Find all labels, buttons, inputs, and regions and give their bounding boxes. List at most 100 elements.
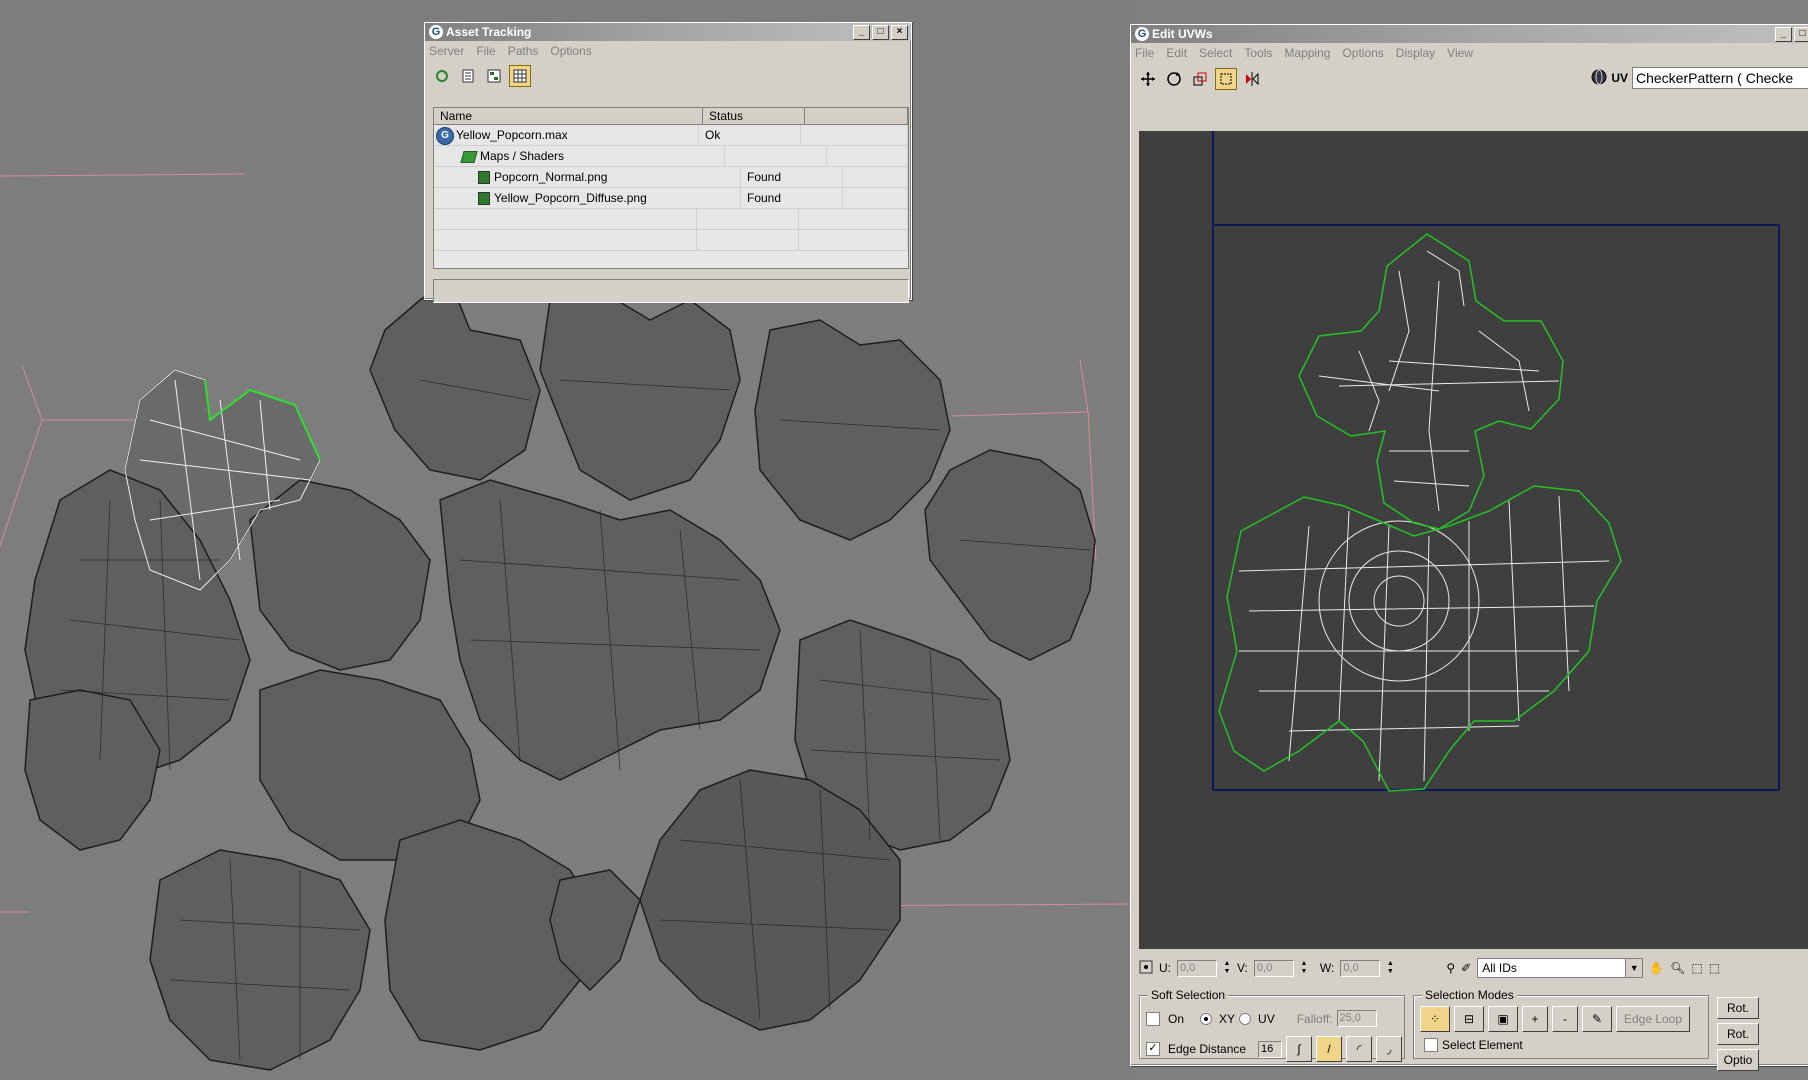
face-mode-button[interactable]: ▣: [1488, 1006, 1518, 1032]
menu-edit[interactable]: Edit: [1166, 46, 1187, 60]
xy-radio[interactable]: [1200, 1012, 1213, 1025]
paint-select-button[interactable]: ✎: [1582, 1006, 1612, 1032]
folder-icon: [460, 150, 478, 163]
row-name-cell: G Yellow_Popcorn.max: [434, 125, 699, 145]
w-spinner[interactable]: ▲ ▼: [1386, 960, 1394, 977]
material-ids-dropdown[interactable]: All IDs ▼: [1477, 958, 1644, 978]
maximize-button[interactable]: □: [872, 25, 889, 40]
column-status[interactable]: Status: [703, 108, 805, 124]
w-label: W:: [1319, 961, 1335, 975]
rotate-plus-button[interactable]: Rot.: [1717, 997, 1759, 1019]
v-label: V:: [1237, 961, 1248, 975]
menu-options[interactable]: Options: [550, 44, 591, 58]
uv-axis-label[interactable]: UV: [1611, 71, 1628, 85]
u-value-field[interactable]: 0,0: [1177, 959, 1217, 977]
refresh-icon[interactable]: [431, 65, 453, 87]
pan-icon[interactable]: ✋: [1649, 961, 1664, 975]
uv-label: UV: [1258, 1011, 1275, 1026]
mirror-icon[interactable]: [1241, 68, 1263, 90]
list-icon[interactable]: [457, 65, 479, 87]
rotate-icon[interactable]: [1163, 68, 1185, 90]
select-element-checkbox[interactable]: [1424, 1038, 1438, 1052]
scale-icon[interactable]: [1189, 68, 1211, 90]
maximize-button[interactable]: □: [1794, 27, 1808, 42]
pin-icon[interactable]: ⚲: [1446, 961, 1455, 975]
edge-loop-button[interactable]: Edge Loop: [1616, 1006, 1690, 1032]
edge-distance-field[interactable]: 16: [1258, 1040, 1283, 1058]
max-file-icon: G: [436, 126, 454, 145]
menu-view[interactable]: View: [1447, 46, 1473, 60]
falloff-field[interactable]: 25,0: [1336, 1010, 1377, 1027]
rotate-minus-button[interactable]: Rot.: [1717, 1023, 1759, 1045]
soft-selection-on-checkbox[interactable]: [1146, 1011, 1160, 1026]
menu-select[interactable]: Select: [1199, 46, 1232, 60]
lock-selection-icon[interactable]: [1139, 960, 1153, 977]
menu-file[interactable]: File: [476, 44, 495, 58]
zoom-region-icon[interactable]: ⬚: [1691, 961, 1702, 975]
table-row[interactable]: Maps / Shaders: [434, 146, 908, 167]
falloff-fast-button[interactable]: ◞: [1376, 1036, 1403, 1062]
options-button[interactable]: Optio: [1717, 1049, 1759, 1071]
close-button[interactable]: ×: [891, 25, 908, 40]
uv-toolbar: UV CheckerPattern ( Checke: [1131, 63, 1808, 95]
edit-uvws-titlebar[interactable]: G Edit UVWs _ □: [1131, 25, 1808, 43]
edit-uvws-menubar: File Edit Select Tools Mapping Options D…: [1131, 43, 1808, 63]
u-spinner[interactable]: ▲ ▼: [1223, 960, 1231, 977]
uv-layout: [1212, 131, 1780, 792]
edge-distance-checkbox[interactable]: ✓: [1146, 1042, 1160, 1056]
uv-editor-canvas[interactable]: [1139, 131, 1808, 949]
menu-tools[interactable]: Tools: [1244, 46, 1272, 60]
falloff-smooth-button[interactable]: ∫: [1286, 1036, 1313, 1062]
minimize-button[interactable]: _: [853, 25, 870, 40]
asset-tracking-toolbar: [425, 63, 911, 89]
falloff-linear-button[interactable]: /: [1316, 1036, 1343, 1062]
v-spinner[interactable]: ▲ ▼: [1300, 960, 1308, 977]
paint-icon[interactable]: ✐: [1461, 961, 1471, 975]
menu-paths[interactable]: Paths: [508, 44, 539, 58]
edge-mode-button[interactable]: ⊟: [1454, 1006, 1484, 1032]
v-value-field[interactable]: 0,0: [1253, 959, 1294, 977]
minimize-button[interactable]: _: [1775, 27, 1792, 42]
zoom-icon[interactable]: 🔍︎: [1670, 961, 1685, 975]
uv-coordinate-bar: U: 0,0 ▲ ▼ V: 0,0 ▲ ▼ W: 0,0 ▲ ▼ ⚲ ✐ All IDs ▼ …: [1139, 951, 1808, 985]
edge-distance-label: Edge Distance: [1168, 1042, 1247, 1056]
grow-selection-button[interactable]: +: [1522, 1006, 1548, 1032]
asset-tracking-window[interactable]: G Asset Tracking _ □ × Server File Paths…: [424, 22, 912, 303]
menu-mapping[interactable]: Mapping: [1284, 46, 1330, 60]
move-icon[interactable]: [1137, 68, 1159, 90]
texture-dropdown[interactable]: CheckerPattern ( Checke: [1632, 67, 1808, 89]
soft-selection-group: Soft Selection On XY UV Falloff: 25,0 ✓ …: [1139, 988, 1405, 1062]
row-status: [725, 146, 827, 166]
menu-server[interactable]: Server: [429, 44, 464, 58]
texture-globe-icon[interactable]: [1591, 69, 1607, 88]
table-icon[interactable]: [509, 65, 531, 87]
row-name-cell: Maps / Shaders: [434, 146, 725, 166]
select-element-label: Select Element: [1442, 1038, 1523, 1052]
chevron-down-icon: ▼: [1625, 959, 1643, 977]
row-extra: [843, 188, 908, 208]
w-value-field[interactable]: 0,0: [1340, 959, 1381, 977]
soft-selection-title: Soft Selection: [1148, 988, 1229, 1002]
table-row[interactable]: Yellow_Popcorn_Diffuse.png Found: [434, 188, 908, 209]
menu-file[interactable]: File: [1135, 46, 1154, 60]
vertex-mode-button[interactable]: ⁘: [1420, 1006, 1450, 1032]
column-name[interactable]: Name: [434, 108, 703, 124]
selection-modes-group: Selection Modes ⁘ ⊟ ▣ + - ✎ Edge Loop Se…: [1413, 988, 1709, 1059]
falloff-slow-button[interactable]: ◜: [1346, 1036, 1373, 1062]
row-status: Found: [741, 188, 843, 208]
table-row[interactable]: Popcorn_Normal.png Found: [434, 167, 908, 188]
menu-display[interactable]: Display: [1396, 46, 1435, 60]
uv-radio[interactable]: [1239, 1012, 1252, 1025]
row-name: Yellow_Popcorn.max: [456, 128, 568, 142]
menu-options[interactable]: Options: [1342, 46, 1383, 60]
zoom-extents-icon[interactable]: ⬚: [1709, 961, 1720, 975]
table-row[interactable]: G Yellow_Popcorn.max Ok: [434, 125, 908, 146]
asset-tracking-titlebar[interactable]: G Asset Tracking _ □ ×: [425, 23, 911, 41]
freeform-icon[interactable]: [1215, 68, 1237, 90]
edit-uvws-window[interactable]: G Edit UVWs _ □ File Edit Select Tools M…: [1130, 24, 1808, 1071]
row-status: Ok: [699, 125, 801, 145]
row-name-cell: Popcorn_Normal.png: [434, 167, 741, 187]
tree-icon[interactable]: [483, 65, 505, 87]
asset-table[interactable]: Name Status G Yellow_Popcorn.max Ok Maps …: [433, 107, 909, 269]
shrink-selection-button[interactable]: -: [1552, 1006, 1578, 1032]
